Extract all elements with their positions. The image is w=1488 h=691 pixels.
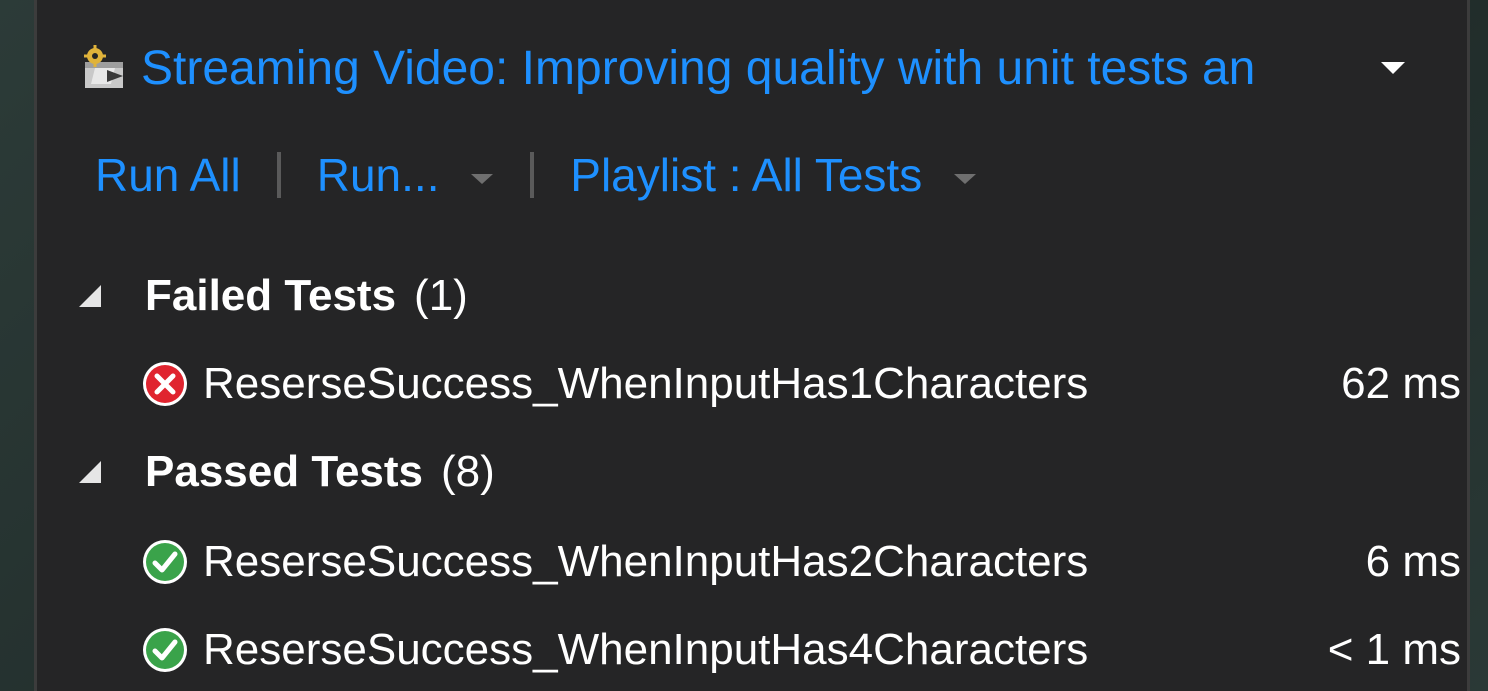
test-row[interactable]: ReserseSuccess_WhenInputHas2Characters 6…: [141, 530, 1461, 594]
test-name: ReserseSuccess_WhenInputHas4Characters: [203, 625, 1089, 674]
caret-down-icon: [471, 173, 494, 184]
test-name: ReserseSuccess_WhenInputHas1Characters: [203, 359, 1089, 408]
chevron-down-icon[interactable]: [1375, 50, 1411, 86]
test-duration: 6 ms: [1365, 537, 1461, 586]
run-dropdown-label: Run...: [316, 149, 440, 201]
run-all-button[interactable]: Run All: [95, 148, 241, 202]
test-duration: < 1 ms: [1327, 625, 1461, 674]
run-dropdown-button[interactable]: Run...: [317, 148, 495, 202]
test-toolbar: Run All Run... Playlist : All Tests: [95, 140, 977, 210]
passed-tests-count: (8): [441, 447, 495, 496]
window-frame: Streaming Video: Improving quality with …: [0, 0, 1488, 691]
test-row[interactable]: ReserseSuccess_WhenInputHas1Characters 6…: [141, 352, 1461, 416]
failed-tests-count: (1): [414, 271, 468, 320]
caret-down-icon: [954, 173, 976, 184]
test-explorer-panel: Streaming Video: Improving quality with …: [34, 0, 1470, 691]
failed-x-icon: [143, 362, 187, 406]
playlist-label: Playlist : All Tests: [570, 149, 923, 201]
solution-selector[interactable]: Streaming Video: Improving quality with …: [81, 36, 1461, 100]
passed-check-icon: [143, 540, 187, 584]
solution-gear-icon: [81, 44, 129, 92]
failed-tests-title: Failed Tests: [145, 271, 397, 320]
expand-triangle-icon[interactable]: [75, 281, 105, 311]
toolbar-divider: [276, 152, 281, 198]
passed-check-icon: [143, 628, 187, 672]
passed-tests-title: Passed Tests: [145, 447, 424, 496]
solution-title[interactable]: Streaming Video: Improving quality with …: [141, 41, 1371, 96]
expand-triangle-icon[interactable]: [75, 457, 105, 487]
test-name: ReserseSuccess_WhenInputHas2Characters: [203, 537, 1089, 586]
test-row[interactable]: ReserseSuccess_WhenInputHas4Characters <…: [141, 618, 1461, 682]
failed-tests-group-header[interactable]: Failed Tests (1): [75, 266, 468, 326]
test-duration: 62 ms: [1341, 359, 1461, 408]
passed-tests-group-header[interactable]: Passed Tests (8): [75, 442, 495, 502]
toolbar-divider: [530, 152, 535, 198]
playlist-dropdown-button[interactable]: Playlist : All Tests: [570, 148, 977, 202]
